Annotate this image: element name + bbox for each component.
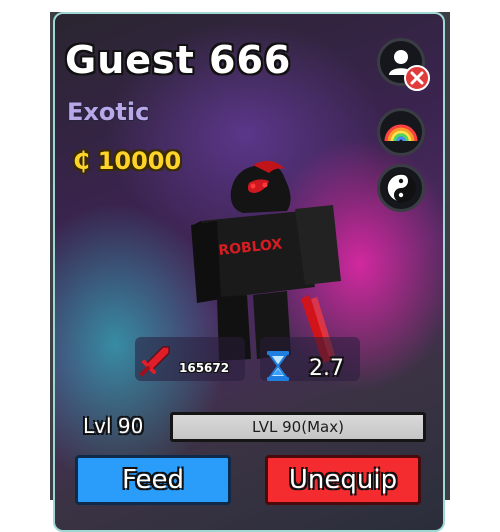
pet-character-image: ROBLOX	[191, 160, 341, 363]
unequip-badge-icon	[404, 65, 430, 91]
pet-rarity: Exotic	[67, 98, 150, 126]
level-label: Lvl 90	[83, 414, 144, 438]
unequip-button[interactable]: Unequip	[265, 455, 421, 505]
yin-yang-icon	[386, 173, 416, 203]
unequip-user-button[interactable]	[377, 38, 430, 91]
feed-button[interactable]: Feed	[75, 455, 231, 505]
rainbow-icon	[384, 124, 418, 142]
power-value: 165672	[179, 361, 230, 375]
yin-yang-button[interactable]	[377, 164, 425, 212]
rainbow-button[interactable]	[377, 108, 425, 156]
sword-icon	[140, 346, 170, 376]
pet-value-amount: 10000	[97, 147, 182, 175]
level-bar-text: LVL 90(Max)	[252, 418, 344, 436]
level-progress-fill: LVL 90(Max)	[173, 415, 423, 439]
pet-name: Guest 666	[65, 38, 292, 82]
pet-value: ₵ 10000	[73, 147, 181, 175]
currency-icon: ₵	[73, 147, 90, 175]
pet-info-card: Guest 666 Exotic ₵ 10000 ROBLOX 165672 2…	[53, 12, 445, 532]
cooldown-value: 2.7	[309, 356, 344, 381]
level-progress-bar: LVL 90(Max)	[170, 412, 426, 442]
hourglass-icon	[267, 351, 289, 381]
